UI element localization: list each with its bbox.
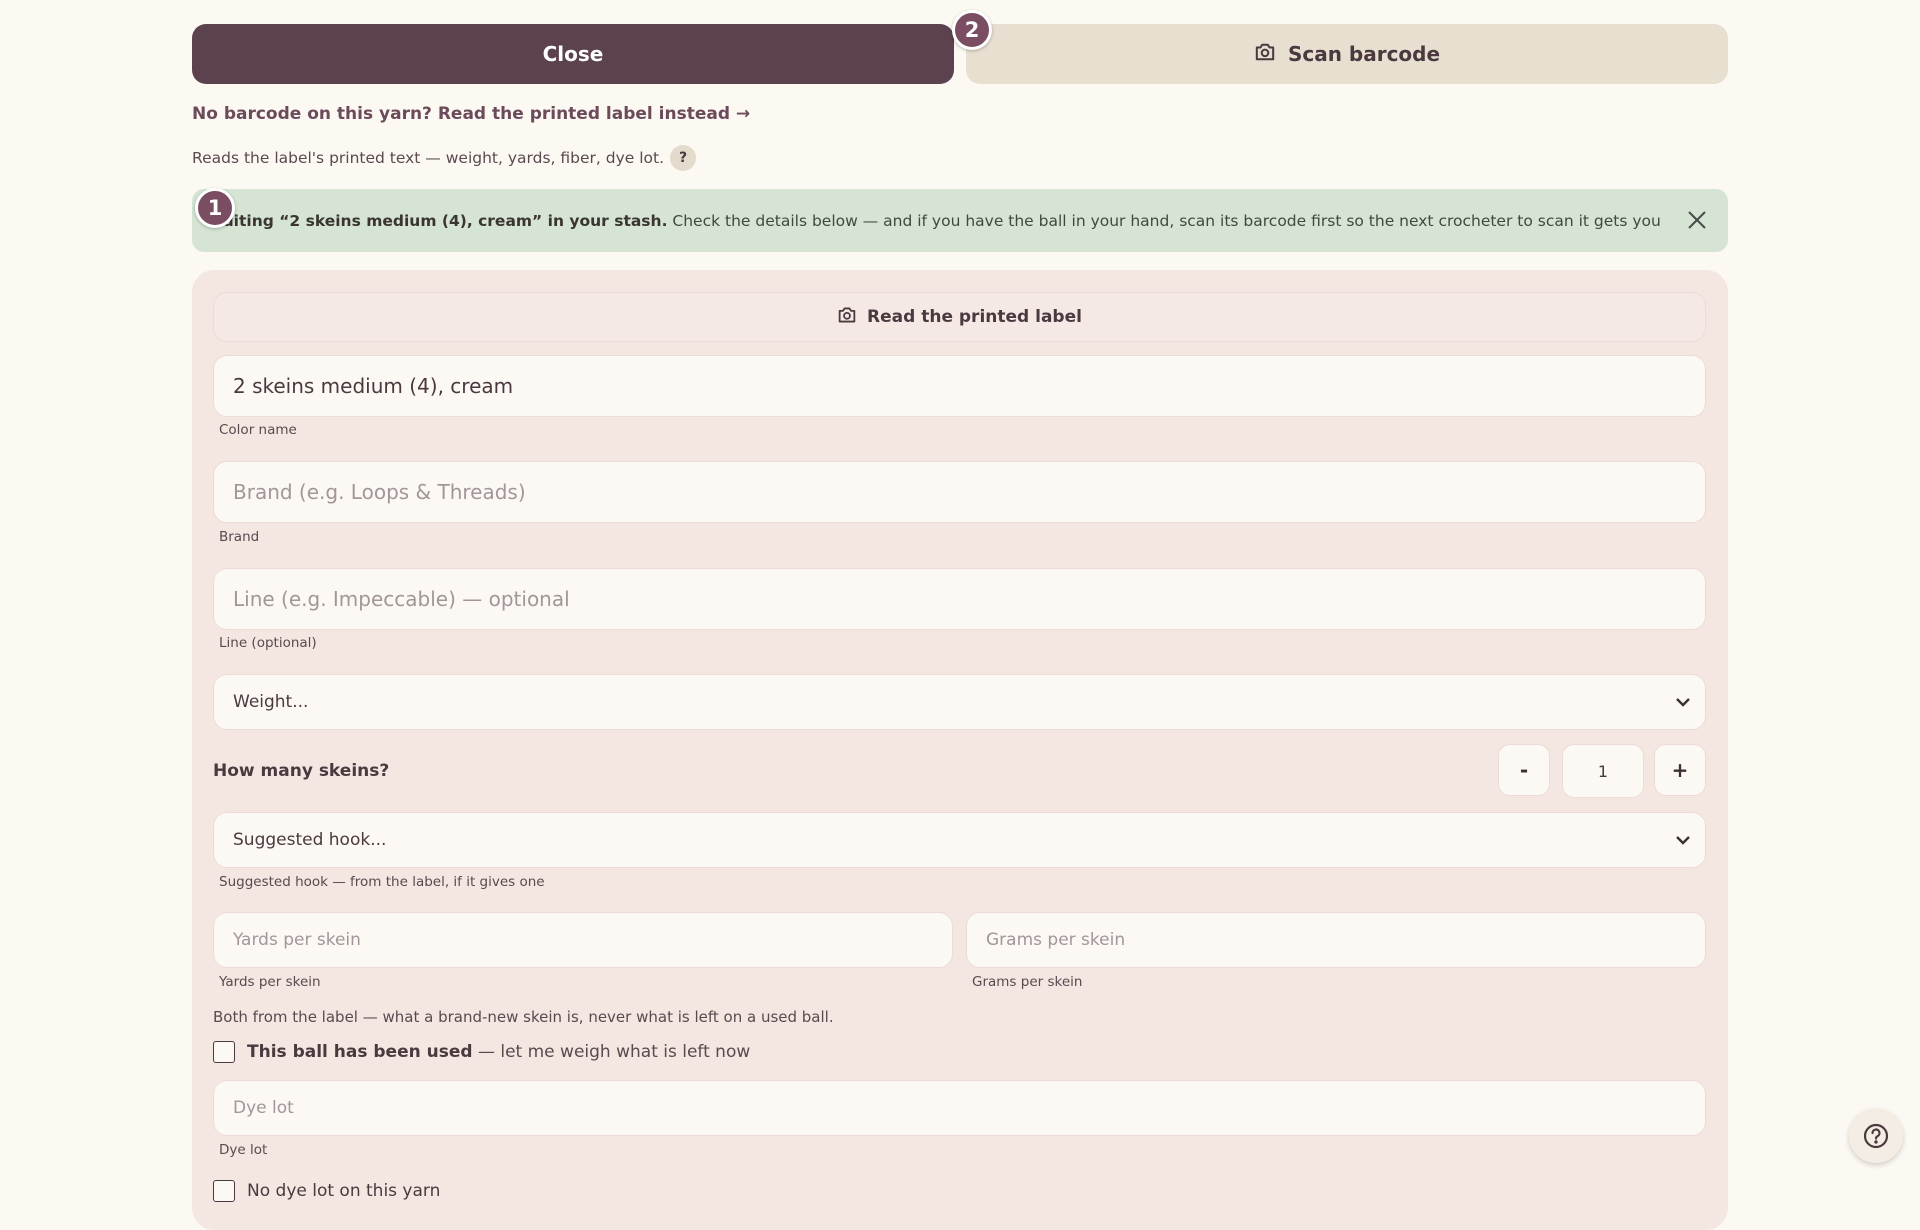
read-printed-label-text: Read the printed label (867, 307, 1082, 327)
line-input[interactable]: Line (e.g. Impeccable) — optional (213, 568, 1706, 630)
camera-icon (1254, 42, 1276, 67)
no-dye-lot-check[interactable]: No dye lot on this yarn (213, 1180, 440, 1202)
no-dye-lot-checkbox[interactable] (213, 1180, 235, 1202)
close-icon[interactable] (1686, 209, 1708, 231)
skeins-label: How many skeins? (213, 761, 390, 781)
hook-select[interactable]: Suggested hook... (213, 812, 1706, 868)
hook-caption: Suggested hook — from the label, if it g… (219, 874, 545, 890)
brand-caption: Brand (219, 529, 260, 545)
grams-per-skein-input[interactable]: Grams per skein (966, 912, 1706, 968)
grams-caption: Grams per skein (972, 974, 1083, 990)
read-label-hint-text: Reads the label's printed text — weight,… (192, 149, 665, 167)
read-label-hint: Reads the label's printed text — weight,… (192, 145, 697, 171)
yards-placeholder: Yards per skein (233, 930, 361, 950)
skeins-decrement-button[interactable]: - (1498, 744, 1550, 796)
scan-barcode-label: Scan barcode (1287, 42, 1441, 66)
help-circle-icon (1863, 1123, 1889, 1149)
weight-select[interactable]: Weight... (213, 674, 1706, 730)
help-tooltip-icon[interactable]: ? (670, 145, 697, 171)
read-label-link[interactable]: No barcode on this yarn? Read the printe… (192, 104, 750, 124)
camera-icon (837, 306, 857, 329)
scan-barcode-button[interactable]: Scan barcode (966, 24, 1728, 84)
yards-per-skein-input[interactable]: Yards per skein (213, 912, 953, 968)
banner-body-text: Check the details below — and if you hav… (672, 211, 1662, 230)
editing-banner: Editing “2 skeins medium (4), cream” in … (192, 189, 1728, 252)
line-placeholder: Line (e.g. Impeccable) — optional (233, 587, 570, 611)
chevron-down-icon (1676, 836, 1690, 845)
banner-text: Editing “2 skeins medium (4), cream” in … (212, 212, 1662, 230)
dye-lot-caption: Dye lot (219, 1142, 268, 1158)
banner-bold-text: Editing “2 skeins medium (4), cream” in … (212, 211, 668, 230)
step-badge-1: 1 (195, 188, 235, 228)
dye-lot-placeholder: Dye lot (233, 1098, 294, 1118)
used-ball-checkbox[interactable] (213, 1041, 235, 1063)
weight-selected: Weight... (233, 692, 309, 712)
used-ball-label-bold: This ball has been used (247, 1042, 473, 1062)
color-name-caption: Color name (219, 422, 297, 438)
close-button-label: Close (542, 42, 604, 66)
used-ball-label-tail: — let me weigh what is left now (472, 1042, 751, 1062)
close-button[interactable]: Close (192, 24, 954, 84)
used-ball-label: This ball has been used — let me weigh w… (247, 1042, 750, 1062)
help-button[interactable] (1849, 1109, 1903, 1163)
yarn-form-panel: Read the printed label 2 skeins medium (… (192, 270, 1728, 1230)
no-dye-lot-label: No dye lot on this yarn (247, 1181, 441, 1201)
color-name-input[interactable]: 2 skeins medium (4), cream (213, 355, 1706, 417)
chevron-down-icon (1676, 698, 1690, 707)
brand-input[interactable]: Brand (e.g. Loops & Threads) (213, 461, 1706, 523)
brand-placeholder: Brand (e.g. Loops & Threads) (233, 480, 526, 504)
skeins-increment-button[interactable]: + (1654, 744, 1706, 796)
yards-caption: Yards per skein (219, 974, 321, 990)
read-printed-label-button[interactable]: Read the printed label (213, 292, 1706, 342)
grams-placeholder: Grams per skein (986, 930, 1126, 950)
color-name-value: 2 skeins medium (4), cream (233, 374, 514, 398)
line-caption: Line (optional) (219, 635, 317, 651)
skein-note: Both from the label — what a brand-new s… (213, 1008, 834, 1026)
used-ball-check[interactable]: This ball has been used — let me weigh w… (213, 1041, 750, 1063)
dye-lot-input[interactable]: Dye lot (213, 1080, 1706, 1136)
hook-selected: Suggested hook... (233, 830, 387, 850)
skeins-quantity-input[interactable]: 1 (1562, 744, 1644, 798)
step-badge-2: 2 (952, 10, 992, 50)
